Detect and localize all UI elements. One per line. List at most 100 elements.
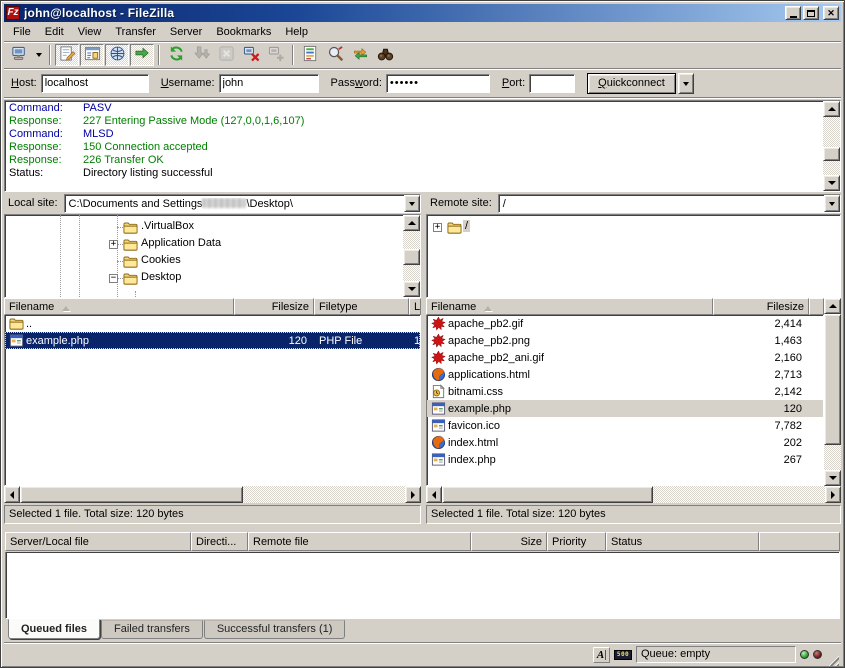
remote-site-dropdown[interactable]	[824, 195, 840, 212]
menu-server[interactable]: Server	[163, 24, 209, 40]
tab-successful-transfers-1-[interactable]: Successful transfers (1)	[204, 620, 346, 639]
password-input[interactable]	[386, 74, 490, 93]
file-row--[interactable]: ..	[5, 315, 420, 332]
file-row-favicon-ico[interactable]: favicon.ico7,782	[427, 417, 823, 434]
tree-item-cookies[interactable]: Cookies	[5, 253, 403, 270]
disconnect-button[interactable]	[239, 44, 263, 66]
file-row-apache-pb2-ani-gif[interactable]: apache_pb2_ani.gif2,160	[427, 349, 823, 366]
remote-site-combo[interactable]: /	[498, 194, 841, 213]
username-input[interactable]	[219, 74, 319, 93]
scroll-left-button[interactable]	[4, 486, 20, 503]
filter-button[interactable]	[298, 44, 322, 66]
site-manager-button[interactable]	[7, 44, 31, 66]
scroll-down-button[interactable]	[823, 175, 840, 191]
remote-site-label: Remote site:	[426, 194, 498, 213]
column-header-remote-file[interactable]: Remote file	[248, 532, 471, 551]
menu-transfer[interactable]: Transfer	[108, 24, 163, 40]
tree-item-desktop[interactable]: −Desktop	[5, 270, 403, 287]
quickconnect-button[interactable]: Quickconnect	[587, 73, 676, 94]
scroll-up-button[interactable]	[824, 298, 841, 314]
column-header-label: Filetype	[319, 301, 358, 313]
file-row-applications-html[interactable]: applications.html2,713	[427, 366, 823, 383]
file-row-index-php[interactable]: index.php267	[427, 451, 823, 468]
scroll-thumb[interactable]	[823, 147, 840, 161]
scroll-thumb[interactable]	[442, 486, 653, 503]
port-input[interactable]	[529, 74, 575, 93]
column-header-[interactable]	[809, 298, 824, 315]
local-tree-scrollbar[interactable]	[403, 215, 420, 297]
menu-help[interactable]: Help	[278, 24, 315, 40]
toggle-local-tree-button[interactable]	[80, 44, 104, 66]
column-header-filesize[interactable]: Filesize	[713, 298, 809, 315]
filezilla-app-icon: Fz	[6, 6, 20, 20]
minimize-button[interactable]	[785, 6, 801, 20]
local-site-dropdown[interactable]	[404, 195, 420, 212]
tree-item-application-data[interactable]: +Application Data	[5, 236, 403, 253]
remote-list-vscrollbar[interactable]	[824, 298, 841, 486]
column-header-server-local-file[interactable]: Server/Local file	[5, 532, 191, 551]
toggle-log-button[interactable]	[55, 44, 79, 66]
scroll-right-button[interactable]	[405, 486, 421, 503]
scroll-down-button[interactable]	[824, 470, 841, 486]
speed-limit-icon[interactable]: 500	[614, 650, 632, 660]
column-header-filename[interactable]: Filename	[426, 298, 713, 315]
scroll-thumb[interactable]	[20, 486, 243, 503]
column-header-status[interactable]: Status	[606, 532, 759, 551]
column-header-priority[interactable]: Priority	[547, 532, 606, 551]
scroll-thumb[interactable]	[403, 249, 420, 265]
scroll-up-button[interactable]	[403, 215, 420, 231]
scroll-down-button[interactable]	[403, 281, 420, 297]
refresh-button[interactable]	[164, 44, 188, 66]
host-input[interactable]	[41, 74, 149, 93]
column-header-filename[interactable]: Filename	[4, 298, 234, 315]
directory-comparison-button[interactable]	[323, 44, 347, 66]
column-header-[interactable]	[759, 532, 840, 551]
maximize-button[interactable]	[803, 6, 819, 20]
menu-edit[interactable]: Edit	[38, 24, 71, 40]
menu-view[interactable]: View	[71, 24, 109, 40]
scroll-thumb[interactable]	[824, 314, 841, 445]
file-row-index-html[interactable]: index.html202	[427, 434, 823, 451]
column-header-filesize[interactable]: Filesize	[234, 298, 314, 315]
close-button[interactable]: ✕	[823, 6, 839, 20]
synchronized-browsing-button[interactable]	[348, 44, 372, 66]
scroll-up-button[interactable]	[823, 101, 840, 117]
file-row-apache-pb2-png[interactable]: apache_pb2.png1,463	[427, 332, 823, 349]
collapse-icon[interactable]: −	[109, 274, 118, 283]
image-file-icon	[431, 316, 446, 331]
column-header-directi-[interactable]: Directi...	[191, 532, 248, 551]
menu-file[interactable]: File	[6, 24, 38, 40]
file-cell: apache_pb2.png	[427, 333, 714, 348]
tab-queued-files[interactable]: Queued files	[8, 619, 100, 639]
site-manager-dropdown[interactable]	[32, 44, 45, 66]
expand-icon[interactable]: +	[433, 223, 442, 232]
file-row-apache-pb2-gif[interactable]: apache_pb2.gif2,414	[427, 315, 823, 332]
tab-failed-transfers[interactable]: Failed transfers	[101, 620, 203, 639]
file-row-example-php[interactable]: example.php120PHP File1	[5, 332, 420, 349]
remote-list-hscrollbar[interactable]	[426, 486, 841, 503]
quickconnect-dropdown[interactable]	[678, 73, 694, 94]
local-list-hscrollbar[interactable]	[4, 486, 421, 503]
resize-grip[interactable]	[826, 653, 839, 666]
toggle-remote-tree-button[interactable]	[105, 44, 129, 66]
message-log-scrollbar[interactable]	[823, 101, 840, 191]
tree-item-label: /	[463, 220, 470, 232]
file-name: applications.html	[448, 369, 530, 381]
titlebar[interactable]: Fz john@localhost - FileZilla ✕	[4, 4, 841, 22]
transfer-queue-body[interactable]	[5, 552, 840, 619]
column-header-size[interactable]: Size	[471, 532, 547, 551]
expand-icon[interactable]: +	[109, 240, 118, 249]
data-type-ascii-icon[interactable]: A	[593, 647, 610, 663]
column-header-filetype[interactable]: Filetype	[314, 298, 409, 315]
tree-item--virtualbox[interactable]: .VirtualBox	[5, 219, 403, 236]
column-header-l[interactable]: L	[409, 298, 421, 315]
local-site-combo[interactable]: C:\Documents and Settings\Desktop\	[64, 194, 421, 213]
menu-bookmarks[interactable]: Bookmarks	[209, 24, 278, 40]
scroll-left-button[interactable]	[426, 486, 442, 503]
toggle-queue-button[interactable]	[130, 44, 154, 66]
file-row-bitnami-css[interactable]: bitnami.css2,142	[427, 383, 823, 400]
find-files-button[interactable]	[373, 44, 397, 66]
tree-item-root[interactable]: +/	[427, 219, 840, 236]
scroll-right-button[interactable]	[825, 486, 841, 503]
file-row-example-php[interactable]: example.php120	[427, 400, 823, 417]
